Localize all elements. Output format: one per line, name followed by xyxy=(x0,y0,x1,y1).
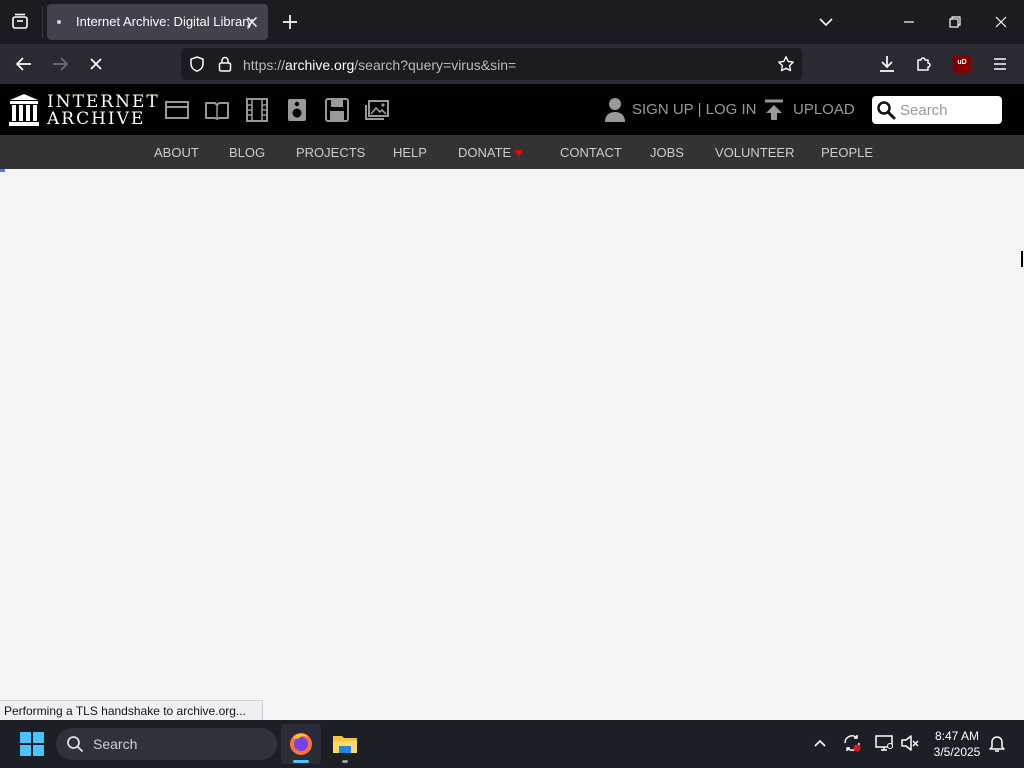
sync-alert-icon[interactable] xyxy=(841,732,863,754)
nav-contact[interactable]: CONTACT xyxy=(560,145,622,160)
nav-volunteer[interactable]: VOLUNTEER xyxy=(715,145,794,160)
page-load-progress-bar xyxy=(0,169,5,172)
extensions-puzzle-icon[interactable] xyxy=(912,52,936,76)
archive-header: INTERNET ARCHIVE SIGN UP | LOG IN UPLOAD… xyxy=(0,84,1024,135)
address-bar[interactable]: https://archive.org/search?query=virus&s… xyxy=(181,48,802,80)
volume-muted-icon[interactable] xyxy=(899,732,921,754)
extension-badge-text: uD xyxy=(957,59,967,66)
nav-people[interactable]: PEOPLE xyxy=(821,145,873,160)
tab-overflow-chevron-icon[interactable] xyxy=(814,10,838,34)
tab-strip-divider xyxy=(42,6,43,38)
back-arrow-icon[interactable] xyxy=(12,52,36,76)
forward-arrow-icon[interactable] xyxy=(48,52,72,76)
tracking-protection-shield-icon[interactable] xyxy=(188,55,206,73)
logo-line-archive: ARCHIVE xyxy=(47,109,146,129)
bookmark-star-icon[interactable] xyxy=(777,55,795,73)
nav-about[interactable]: ABOUT xyxy=(154,145,199,160)
browser-tab-strip: Internet Archive: Digital Library xyxy=(0,0,1024,44)
url-path: /search?query=virus&sin= xyxy=(354,57,517,73)
text-cursor-icon xyxy=(1021,251,1023,267)
firefox-active-indicator xyxy=(293,760,309,763)
close-tab-icon[interactable] xyxy=(243,13,261,31)
downloads-icon[interactable] xyxy=(875,52,899,76)
ublock-origin-icon[interactable]: uD xyxy=(953,55,971,73)
file-explorer-taskbar-icon[interactable] xyxy=(325,724,365,764)
show-hidden-icons-chevron-icon[interactable] xyxy=(809,732,831,754)
loading-favicon-icon xyxy=(57,20,61,24)
taskbar-search-label: Search xyxy=(93,736,138,752)
signup-login-link[interactable]: SIGN UP | LOG IN xyxy=(632,101,756,118)
status-text: Performing a TLS handshake to archive.or… xyxy=(4,704,246,718)
taskbar-search-box[interactable]: Search xyxy=(56,728,277,760)
search-magnifier-icon xyxy=(876,100,896,120)
active-tab[interactable]: Internet Archive: Digital Library xyxy=(47,4,268,40)
nav-projects[interactable]: PROJECTS xyxy=(296,145,365,160)
close-window-icon[interactable] xyxy=(989,10,1013,34)
firefox-taskbar-icon[interactable] xyxy=(281,724,321,764)
page-content-area xyxy=(0,169,1024,700)
user-account-icon[interactable] xyxy=(604,97,626,123)
nav-donate-label: DONATE xyxy=(458,145,512,160)
url-host: archive.org xyxy=(285,57,355,73)
taskbar-time[interactable]: 8:47 AM xyxy=(922,729,992,743)
lock-icon[interactable] xyxy=(216,55,234,73)
nav-donate[interactable]: DONATE ♥ xyxy=(458,145,523,160)
images-icon[interactable] xyxy=(364,98,390,122)
archive-search-input[interactable]: Search xyxy=(872,96,1002,124)
browser-nav-bar: https://archive.org/search?query=virus&s… xyxy=(0,44,1024,84)
taskbar-date[interactable]: 3/5/2025 xyxy=(922,745,992,759)
network-display-icon[interactable] xyxy=(873,732,895,754)
software-icon[interactable] xyxy=(324,98,350,122)
search-placeholder: Search xyxy=(900,102,948,119)
notifications-bell-icon[interactable] xyxy=(986,732,1008,754)
taskbar-search-icon xyxy=(66,735,84,753)
upload-link[interactable]: UPLOAD xyxy=(793,101,855,118)
audio-icon[interactable] xyxy=(284,98,310,122)
url-text: https://archive.org/search?query=virus&s… xyxy=(243,57,516,73)
new-tab-icon[interactable] xyxy=(278,10,302,34)
url-prefix: https:// xyxy=(243,57,286,73)
browser-status-panel: Performing a TLS handshake to archive.or… xyxy=(0,700,263,720)
list-all-tabs-icon[interactable] xyxy=(8,10,32,34)
file-explorer-open-indicator xyxy=(342,760,348,763)
donate-heart-icon: ♥ xyxy=(514,145,523,160)
restore-icon[interactable] xyxy=(943,10,967,34)
upload-arrow-icon[interactable] xyxy=(764,99,784,121)
minimize-icon[interactable] xyxy=(897,10,921,34)
windows-taskbar: Search 8:47 AM 3/5/2025 xyxy=(0,720,1024,768)
nav-help[interactable]: HELP xyxy=(393,145,427,160)
nav-blog[interactable]: BLOG xyxy=(229,145,265,160)
archive-logo-temple-icon[interactable] xyxy=(9,94,39,126)
web-icon[interactable] xyxy=(164,98,190,122)
texts-icon[interactable] xyxy=(204,98,230,122)
tab-title: Internet Archive: Digital Library xyxy=(76,14,254,29)
stop-loading-icon[interactable] xyxy=(84,52,108,76)
app-menu-hamburger-icon[interactable] xyxy=(988,52,1012,76)
archive-top-nav: ABOUT BLOG PROJECTS HELP DONATE ♥ CONTAC… xyxy=(0,135,1024,169)
nav-jobs[interactable]: JOBS xyxy=(650,145,684,160)
video-icon[interactable] xyxy=(244,98,270,122)
windows-start-icon[interactable] xyxy=(20,732,44,756)
